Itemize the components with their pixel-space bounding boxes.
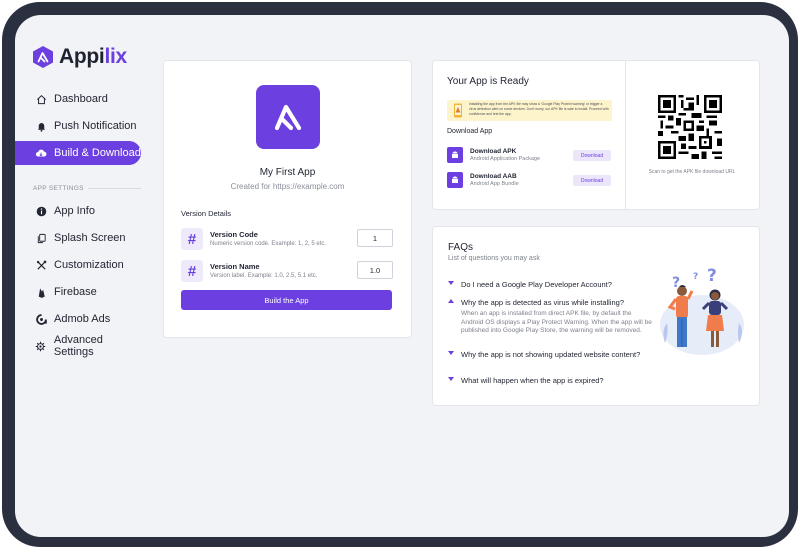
faq-title: FAQs bbox=[448, 242, 474, 253]
faq-question: What will happen when the app is expired… bbox=[461, 376, 604, 385]
faq-answer: When an app is installed from direct APK… bbox=[461, 310, 652, 334]
chevron-down-icon bbox=[448, 351, 454, 355]
app-screen: Appilix Dashboard Push Notification Buil… bbox=[15, 15, 789, 537]
appilix-logo-icon bbox=[33, 46, 53, 68]
svg-text:?: ? bbox=[707, 266, 717, 286]
version-code-label: Version Code bbox=[210, 230, 258, 239]
warning-text: Installing the app from the APK file may… bbox=[469, 102, 609, 116]
divider bbox=[87, 188, 141, 189]
sidebar-item-label: Dashboard bbox=[54, 93, 108, 105]
section-label-text: APP SETTINGS bbox=[33, 185, 84, 192]
sidebar-item-label: Push Notification bbox=[54, 120, 137, 132]
hash-icon: # bbox=[181, 228, 203, 250]
version-name-label: Version Name bbox=[210, 262, 260, 271]
faq-item[interactable]: What will happen when the app is expired… bbox=[448, 376, 653, 385]
settings-nav: App Info Splash Screen Customization Fir… bbox=[15, 199, 145, 361]
sidebar-item-advanced-settings[interactable]: Advanced Settings bbox=[15, 334, 145, 358]
sidebar-item-dashboard[interactable]: Dashboard bbox=[15, 87, 145, 111]
faq-item[interactable]: Why the app is not showing updated websi… bbox=[448, 350, 653, 359]
chevron-up-icon bbox=[448, 299, 454, 303]
faq-item[interactable]: Why the app is detected as virus while i… bbox=[448, 298, 653, 336]
android-icon bbox=[447, 147, 463, 163]
bell-icon bbox=[34, 119, 48, 133]
sidebar-item-label: Admob Ads bbox=[54, 313, 111, 325]
app-logo-icon bbox=[274, 104, 302, 131]
sidebar-item-label: Customization bbox=[54, 259, 124, 271]
brand-name-part2: lix bbox=[104, 45, 127, 68]
brand-logo[interactable]: Appilix bbox=[32, 45, 127, 69]
app-build-card: My First App Created for https://example… bbox=[163, 60, 412, 338]
version-code-row: # Version Code Numeric version code. Exa… bbox=[181, 228, 393, 256]
version-name-input[interactable]: 1.0 bbox=[357, 261, 393, 279]
app-created-for: Created for https://example.com bbox=[230, 182, 345, 191]
app-ready-card: Your App is Ready Installing the app fro… bbox=[432, 60, 760, 210]
device-frame: Appilix Dashboard Push Notification Buil… bbox=[2, 2, 798, 547]
gear-icon bbox=[34, 339, 48, 353]
download-apk-button[interactable]: Download bbox=[573, 150, 611, 161]
android-icon bbox=[447, 172, 463, 188]
sidebar-item-label: Advanced Settings bbox=[53, 334, 103, 358]
download-aab-sub: Android App Bundle bbox=[470, 181, 519, 187]
download-aab-button[interactable]: Download bbox=[573, 175, 611, 186]
download-apk-sub: Android Application Package bbox=[470, 156, 541, 162]
app-settings-section-label: APP SETTINGS bbox=[17, 185, 141, 192]
chevron-down-icon bbox=[448, 281, 454, 285]
app-icon bbox=[256, 85, 320, 149]
sidebar-item-app-info[interactable]: App Info bbox=[15, 199, 145, 223]
cloud-download-icon bbox=[34, 146, 48, 160]
version-details-title: Version Details bbox=[181, 209, 232, 218]
faq-subtitle: List of questions you may ask bbox=[448, 255, 540, 262]
app-name: My First App bbox=[259, 167, 316, 178]
firebase-icon bbox=[34, 285, 48, 299]
download-apk-name: Download APK bbox=[470, 148, 517, 155]
sidebar-item-admob-ads[interactable]: Admob Ads bbox=[15, 307, 145, 331]
admob-icon bbox=[34, 312, 48, 326]
download-apk-row: Download APK Android Application Package… bbox=[447, 147, 611, 165]
version-name-hint: Version label. Example: 1.0, 2.5, 5.1 et… bbox=[210, 273, 318, 279]
copy-icon bbox=[34, 231, 48, 245]
chevron-down-icon bbox=[448, 377, 454, 381]
sidebar-item-firebase[interactable]: Firebase bbox=[15, 280, 145, 304]
phone-warning-icon bbox=[454, 103, 462, 118]
download-app-title: Download App bbox=[447, 128, 493, 135]
sidebar-item-label: Firebase bbox=[54, 286, 97, 298]
ready-left-panel: Your App is Ready Installing the app fro… bbox=[433, 61, 626, 209]
qr-caption: Scan to get the APK file download URL bbox=[648, 169, 736, 175]
info-icon bbox=[34, 204, 48, 218]
brand-name: Appilix bbox=[59, 45, 127, 69]
faq-question: Do I need a Google Play Developer Accoun… bbox=[461, 280, 612, 289]
faq-question: Why the app is not showing updated websi… bbox=[461, 350, 641, 359]
sidebar-item-build-download[interactable]: Build & Download bbox=[15, 141, 141, 165]
faq-card: FAQs List of questions you may ask Do I … bbox=[432, 226, 760, 406]
version-code-input[interactable]: 1 bbox=[357, 229, 393, 247]
play-protect-warning: Installing the app from the APK file may… bbox=[447, 100, 612, 121]
sidebar-item-label: Splash Screen bbox=[54, 232, 126, 244]
sidebar-item-customization[interactable]: Customization bbox=[15, 253, 145, 277]
faq-illustration: ? ? ? bbox=[660, 266, 744, 355]
sidebar-item-push-notification[interactable]: Push Notification bbox=[15, 114, 145, 138]
version-name-row: # Version Name Version label. Example: 1… bbox=[181, 260, 393, 288]
faq-question: Why the app is detected as virus while i… bbox=[461, 298, 625, 307]
tools-icon bbox=[34, 258, 48, 272]
version-code-hint: Numeric version code. Example: 1, 2, 5 e… bbox=[210, 241, 327, 247]
qr-code bbox=[658, 95, 722, 159]
sidebar-item-splash-screen[interactable]: Splash Screen bbox=[15, 226, 145, 250]
build-app-button[interactable]: Build the App bbox=[181, 290, 392, 310]
svg-text:?: ? bbox=[693, 272, 698, 282]
ready-title: Your App is Ready bbox=[447, 76, 529, 87]
brand-name-part1: Appi bbox=[59, 45, 105, 68]
home-icon bbox=[34, 92, 48, 106]
download-aab-name: Download AAB bbox=[470, 173, 517, 180]
sidebar-nav: Dashboard Push Notification Build & Down… bbox=[15, 87, 145, 168]
sidebar-item-label: App Info bbox=[54, 205, 95, 217]
download-aab-row: Download AAB Android App Bundle Download bbox=[447, 172, 611, 190]
faq-item[interactable]: Do I need a Google Play Developer Accoun… bbox=[448, 280, 653, 289]
hash-icon: # bbox=[181, 260, 203, 282]
sidebar-item-label: Build & Download bbox=[54, 147, 141, 159]
